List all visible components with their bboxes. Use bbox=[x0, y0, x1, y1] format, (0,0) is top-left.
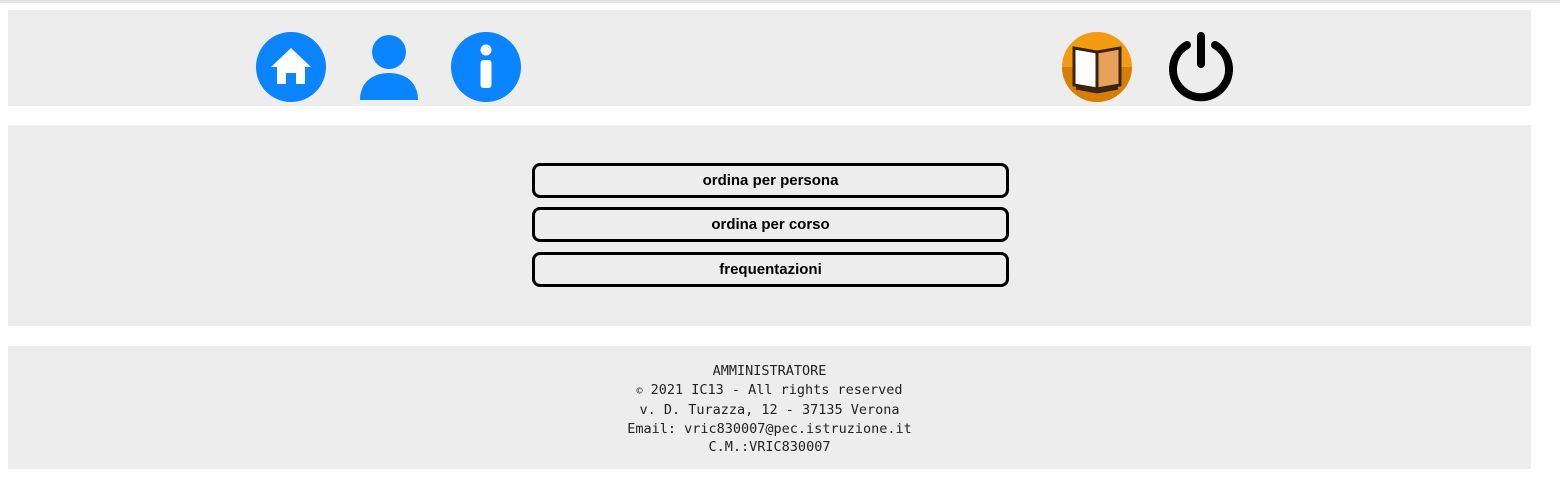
order-by-course-button[interactable]: ordina per corso bbox=[532, 207, 1009, 242]
top-divider bbox=[0, 0, 1560, 3]
info-button[interactable] bbox=[451, 32, 521, 102]
home-icon bbox=[256, 32, 326, 102]
register-book-button[interactable] bbox=[1062, 32, 1132, 102]
profile-button[interactable] bbox=[354, 32, 424, 102]
open-book-icon bbox=[1062, 32, 1132, 102]
footer: AMMINISTRATORE © 2021 IC13 - All rights … bbox=[8, 346, 1531, 469]
info-icon bbox=[451, 32, 521, 102]
home-button[interactable] bbox=[256, 32, 326, 102]
school-code-line: C.M.:VRIC830007 bbox=[708, 439, 831, 455]
address-line: v. D. Turazza, 12 - 37135 Verona bbox=[639, 402, 900, 418]
top-navbar bbox=[8, 10, 1531, 106]
order-by-person-button[interactable]: ordina per persona bbox=[532, 163, 1009, 198]
power-icon bbox=[1169, 32, 1233, 102]
user-role: AMMINISTRATORE bbox=[712, 363, 827, 379]
user-icon bbox=[360, 35, 418, 100]
attendances-button[interactable]: frequentazioni bbox=[532, 252, 1009, 287]
footer-info: AMMINISTRATORE © 2021 IC13 - All rights … bbox=[8, 362, 1531, 457]
copyright-text: 2021 IC13 - All rights reserved bbox=[642, 381, 903, 398]
copyright-line: © 2021 IC13 - All rights reserved bbox=[8, 381, 1531, 402]
main-panel: ordina per persona ordina per corso freq… bbox=[8, 125, 1531, 326]
logout-button[interactable] bbox=[1166, 32, 1236, 102]
email-line: Email: vric830007@pec.istruzione.it bbox=[627, 420, 912, 437]
